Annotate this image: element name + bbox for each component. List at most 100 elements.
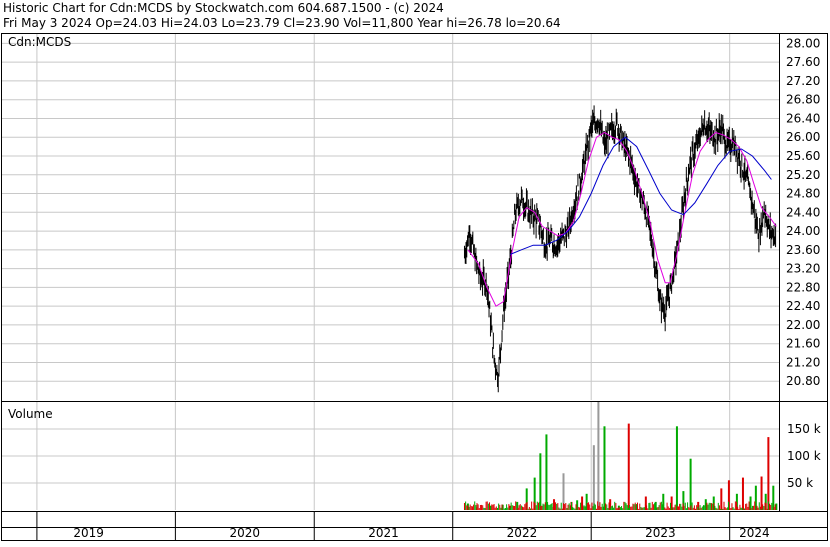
volume-bar (490, 506, 492, 510)
price-y-tick-label: 27.20 (786, 74, 820, 88)
volume-bar (557, 503, 559, 510)
volume-bar (581, 501, 583, 510)
volume-bar (761, 508, 763, 510)
volume-bar (716, 508, 718, 510)
volume-bar (679, 503, 681, 510)
volume-bar (524, 504, 526, 510)
volume-bar (519, 504, 521, 510)
volume-bar (666, 502, 668, 510)
price-y-tick-label: 26.00 (786, 130, 820, 144)
volume-bar (549, 504, 551, 510)
volume-bar (532, 508, 534, 510)
volume-bar (639, 503, 641, 510)
x-tick-label: 2022 (507, 526, 538, 540)
volume-bar (512, 505, 514, 510)
volume-bar (535, 505, 537, 510)
volume-bar (555, 502, 557, 510)
price-y-tick-label: 21.60 (786, 337, 820, 351)
volume-bar (598, 505, 600, 510)
volume-bar (586, 502, 588, 510)
volume-bar (763, 506, 765, 510)
price-y-tick-label: 25.60 (786, 149, 820, 163)
volume-bar (696, 505, 698, 510)
volume-bar (582, 506, 584, 510)
volume-bar (618, 507, 620, 510)
volume-bar (659, 502, 661, 510)
volume-bar (746, 503, 748, 510)
volume-bar (734, 501, 736, 510)
volume-bar (484, 508, 486, 510)
volume-bar (675, 504, 677, 510)
volume-bar (756, 505, 758, 510)
price-y-tick-label: 26.40 (786, 111, 820, 125)
volume-bar (693, 505, 695, 510)
volume-bar (599, 502, 601, 510)
volume-bar (626, 505, 628, 510)
volume-bar (641, 507, 643, 510)
volume-bar (559, 508, 561, 510)
volume-bar (580, 502, 582, 510)
volume-bar (510, 502, 512, 510)
volume-bar (542, 503, 544, 510)
volume-panel-label: Volume (8, 407, 53, 421)
volume-bar (509, 507, 511, 510)
volume-bar (543, 504, 545, 510)
volume-bar (465, 501, 467, 510)
volume-bar (531, 501, 533, 510)
volume-bar (561, 508, 563, 510)
volume-bar (674, 504, 676, 510)
volume-bar (741, 508, 743, 510)
volume-bar (749, 501, 751, 510)
volume-bar (539, 453, 542, 510)
volume-bar (677, 506, 679, 510)
volume-bar (689, 507, 691, 510)
volume-bar (648, 502, 650, 510)
volume-bar (717, 502, 719, 510)
volume-bar (675, 426, 678, 510)
volume-bar (697, 506, 699, 510)
volume-bar (552, 506, 554, 510)
volume-bar (701, 506, 703, 510)
volume-bar (669, 502, 671, 510)
volume-bar (709, 502, 711, 510)
price-y-tick-label: 27.60 (786, 55, 820, 69)
chart-title: Historic Chart for Cdn:MCDS by Stockwatc… (3, 1, 444, 15)
volume-bar (597, 402, 600, 510)
volume-bar (644, 504, 646, 510)
volume-bar (667, 506, 669, 510)
volume-bar (594, 504, 596, 510)
volume-bar (772, 503, 774, 510)
volume-bar (766, 508, 768, 510)
volume-bar (475, 505, 477, 510)
volume-bar (611, 505, 613, 510)
volume-bar (748, 501, 750, 510)
volume-bar (518, 505, 520, 510)
volume-bar (603, 502, 605, 510)
x-tick-label: 2021 (368, 526, 399, 540)
volume-bar (623, 501, 625, 510)
volume-bar (643, 507, 645, 510)
volume-bar (689, 458, 692, 510)
volume-bar (710, 503, 712, 510)
volume-bar (700, 507, 702, 510)
volume-bar (629, 505, 631, 510)
volume-bar (698, 508, 700, 510)
volume-bar (539, 501, 541, 510)
volume-bar (649, 502, 651, 510)
volume-bar (568, 503, 570, 510)
volume-bar (738, 508, 740, 510)
volume-bar (759, 506, 761, 510)
volume-bar (750, 507, 752, 510)
volume-bar (486, 501, 488, 510)
volume-bar (470, 506, 472, 510)
volume-bar (590, 508, 592, 510)
price-panel-label: Cdn:MCDS (8, 35, 71, 49)
volume-bar (522, 506, 524, 510)
volume-bar (528, 506, 530, 510)
volume-bar (508, 504, 510, 510)
volume-bar (652, 504, 654, 510)
price-y-tick-label: 28.00 (786, 36, 820, 50)
volume-bar (642, 507, 644, 510)
volume-bar (627, 507, 629, 510)
volume-bar (726, 507, 728, 510)
